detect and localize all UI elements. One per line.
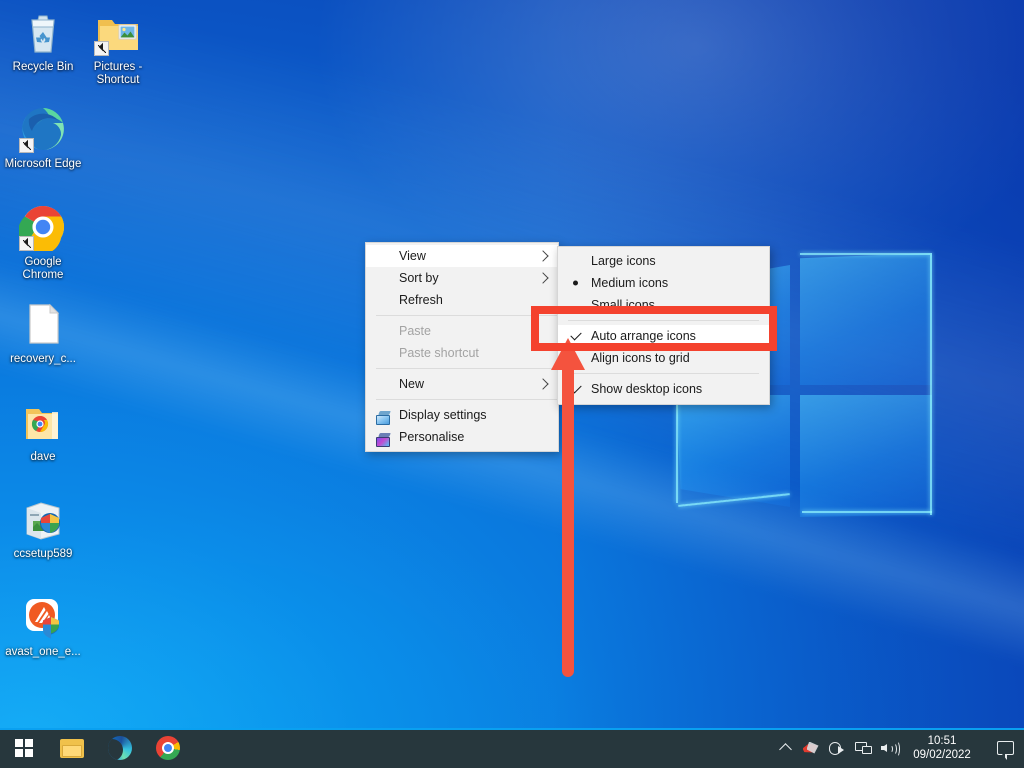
desktop-icon-label: dave xyxy=(30,451,56,463)
context-menu-item-label: Refresh xyxy=(399,293,443,307)
desktop-icon-label: Pictures - Shortcut xyxy=(93,61,143,86)
context-menu-item-personalise[interactable]: Personalise xyxy=(366,426,558,448)
annotation-arrow-shaft xyxy=(562,366,574,677)
desktop-icon-google-chrome[interactable]: Google Chrome xyxy=(4,203,82,282)
avast-one-setup-icon xyxy=(19,593,67,641)
shortcut-overlay-icon xyxy=(94,41,109,56)
context-menu-separator xyxy=(376,315,557,316)
submenu-item-show-desktop-icons[interactable]: Show desktop icons xyxy=(558,378,769,400)
blank-document-icon xyxy=(19,300,67,348)
notification-icon xyxy=(996,741,1014,760)
desktop-context-menu[interactable]: View Sort by Refresh Paste Paste shortcu… xyxy=(365,242,559,452)
desktop-icon-label: ccsetup589 xyxy=(13,548,73,560)
logo-pane-bottom-right xyxy=(800,395,932,517)
tray-icon-avast[interactable] xyxy=(798,728,824,768)
taskbar-microsoft-edge[interactable] xyxy=(96,728,144,768)
tray-icon-network[interactable] xyxy=(850,728,876,768)
desktop-icon-dave-folder[interactable]: dave xyxy=(4,398,82,464)
submenu-item-medium-icons[interactable]: Medium icons xyxy=(558,272,769,294)
taskbar-google-chrome[interactable] xyxy=(144,728,192,768)
clock-time: 10:51 xyxy=(927,735,957,747)
desktop-icon-recycle-bin[interactable]: Recycle Bin xyxy=(4,8,82,74)
chevron-right-icon xyxy=(537,272,549,284)
context-menu-item-label: View xyxy=(399,249,426,263)
action-center-button[interactable] xyxy=(986,728,1024,768)
context-menu-item-paste: Paste xyxy=(366,320,558,342)
context-menu-item-label: Sort by xyxy=(399,271,439,285)
microsoft-edge-icon xyxy=(108,736,132,760)
context-menu-item-label: Display settings xyxy=(399,408,487,422)
logo-edge-left xyxy=(676,405,678,503)
desktop-icon-label: recovery_c... xyxy=(10,353,76,365)
shortcut-overlay-icon xyxy=(19,236,34,251)
context-menu-separator xyxy=(376,368,557,369)
desktop-icon-microsoft-edge[interactable]: Microsoft Edge xyxy=(4,105,82,171)
shortcut-overlay-icon xyxy=(19,138,34,153)
context-menu-separator xyxy=(376,399,557,400)
submenu-item-label: Align icons to grid xyxy=(591,351,690,365)
chevron-up-icon xyxy=(778,743,792,756)
desktop-icon-label: Google Chrome xyxy=(22,256,64,281)
radio-bullet-icon xyxy=(573,280,578,286)
folder-chrome-icon xyxy=(19,398,67,446)
folder-pictures-icon xyxy=(94,8,142,56)
logo-edge-top xyxy=(800,253,932,255)
logo-edge-bottom xyxy=(802,511,932,513)
windows-start-icon xyxy=(15,739,33,757)
google-chrome-icon xyxy=(18,203,67,255)
chevron-right-icon xyxy=(537,250,549,262)
annotation-highlight-box xyxy=(531,306,777,351)
context-menu-item-label: Paste xyxy=(399,324,431,338)
chevron-right-icon xyxy=(537,378,549,390)
context-menu-item-new[interactable]: New xyxy=(366,373,558,395)
context-menu-item-display-settings[interactable]: Display settings xyxy=(366,404,558,426)
context-menu-item-label: Personalise xyxy=(399,430,465,444)
webcam-icon xyxy=(829,741,845,755)
submenu-item-label: Large icons xyxy=(591,254,656,268)
taskbar-accent-line xyxy=(0,728,1024,730)
recycle-bin-icon xyxy=(19,8,67,56)
submenu-item-label: Show desktop icons xyxy=(591,382,703,396)
google-chrome-icon xyxy=(156,736,180,760)
tray-icon-volume[interactable] xyxy=(876,728,902,768)
desktop-icon-pictures-shortcut[interactable]: Pictures - Shortcut xyxy=(79,8,157,87)
desktop-icon-recovery-file[interactable]: recovery_c... xyxy=(4,300,82,366)
network-icon xyxy=(854,741,872,755)
context-menu-item-label: New xyxy=(399,377,425,391)
ccleaner-setup-icon xyxy=(19,495,67,543)
desktop-icon-label: Recycle Bin xyxy=(12,61,74,73)
desktop-icon-avast-one-setup[interactable]: avast_one_e... xyxy=(4,593,82,659)
desktop-icon-ccsetup589[interactable]: ccsetup589 xyxy=(4,495,82,561)
tray-overflow-button[interactable] xyxy=(772,728,798,768)
context-menu-item-sort-by[interactable]: Sort by xyxy=(366,267,558,289)
tray-icon-webcam[interactable] xyxy=(824,728,850,768)
avast-tray-icon xyxy=(802,741,820,755)
context-menu-item-paste-shortcut: Paste shortcut xyxy=(366,342,558,364)
desktop-icon-label: Microsoft Edge xyxy=(4,158,82,170)
taskbar: 10:51 09/02/2022 xyxy=(0,728,1024,768)
logo-edge-right xyxy=(930,255,932,515)
microsoft-edge-icon xyxy=(19,105,67,153)
speaker-icon xyxy=(880,741,900,757)
logo-pane-bottom-left xyxy=(676,395,790,507)
file-explorer-icon xyxy=(60,738,84,758)
desktop-screen: Recycle Bin Pictures - Shortcut Microsof… xyxy=(0,0,1024,768)
clock-date: 09/02/2022 xyxy=(913,749,971,761)
taskbar-file-explorer[interactable] xyxy=(48,728,96,768)
desktop-icon-label: avast_one_e... xyxy=(5,646,81,658)
submenu-item-large-icons[interactable]: Large icons xyxy=(558,250,769,272)
context-menu-item-view[interactable]: View xyxy=(366,245,558,267)
submenu-item-label: Medium icons xyxy=(591,276,669,290)
start-button[interactable] xyxy=(0,728,48,768)
system-tray: 10:51 09/02/2022 xyxy=(772,728,1024,768)
submenu-separator xyxy=(568,373,759,374)
taskbar-clock[interactable]: 10:51 09/02/2022 xyxy=(902,734,986,762)
context-menu-item-label: Paste shortcut xyxy=(399,346,479,360)
logo-pane-top-right xyxy=(800,253,932,385)
context-menu-item-refresh[interactable]: Refresh xyxy=(366,289,558,311)
